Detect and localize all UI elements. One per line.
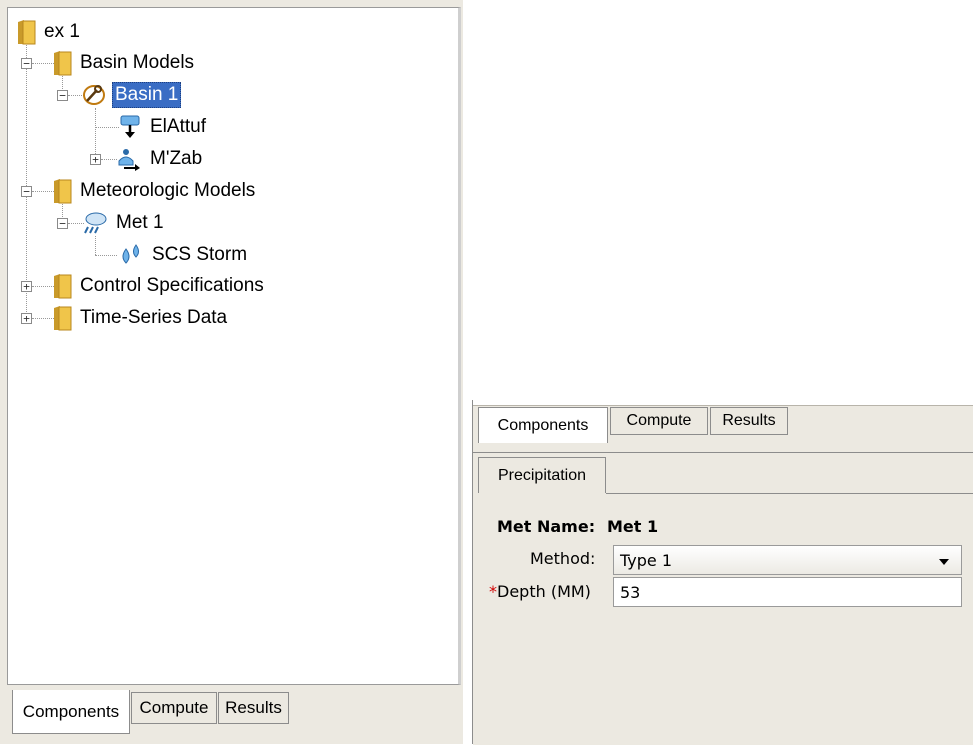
tree-node-basin-models[interactable]: Basin Models [52, 49, 196, 77]
precipitation-editor: Precipitation Met Name: Met 1 Method: Ty… [473, 452, 973, 745]
junction-icon [118, 114, 142, 140]
tree-label: ElAttuf [150, 116, 206, 137]
tree-line [95, 108, 96, 158]
basin-model-icon [82, 83, 106, 107]
folder-icon [52, 305, 72, 331]
tree-line [32, 191, 54, 192]
chevron-down-icon[interactable] [939, 559, 949, 565]
tree-label: ex 1 [44, 21, 80, 42]
tree-line [95, 236, 96, 255]
component-tree[interactable]: − − + − − + + ex 1 Basin Models Basin 1 [7, 7, 461, 685]
tree-label: Meteorologic Models [80, 180, 256, 201]
tree-label: M'Zab [150, 148, 203, 169]
tab-precipitation[interactable]: Precipitation [478, 457, 606, 493]
tab-components[interactable]: Components [12, 690, 130, 734]
watershed-explorer: − − + − − + + ex 1 Basin Models Basin 1 [0, 0, 463, 744]
desktop-area [463, 0, 973, 400]
tree-node-elattuf[interactable]: ElAttuf [118, 113, 208, 141]
depth-label-text: Depth (MM) [497, 582, 591, 601]
subbasin-icon [116, 147, 142, 171]
method-label: Method: [530, 549, 596, 568]
folder-icon [16, 19, 36, 45]
panel-divider-line [473, 405, 973, 406]
component-editor-panel: Components Compute Results Precipitation… [472, 400, 973, 745]
required-marker: * [489, 582, 497, 601]
collapse-met-models-toggle[interactable]: − [21, 186, 32, 197]
tree-label: SCS Storm [152, 244, 248, 265]
tree-line [95, 127, 119, 128]
tab-compute[interactable]: Compute [131, 692, 217, 724]
tree-line [95, 255, 117, 256]
expand-control-specs-toggle[interactable]: + [21, 281, 32, 292]
tab-results[interactable]: Results [218, 692, 289, 724]
tree-node-ex-1[interactable]: ex 1 [16, 18, 82, 46]
collapse-met-1-toggle[interactable]: − [57, 218, 68, 229]
collapse-basin-models-toggle[interactable]: − [21, 58, 32, 69]
water-drops-icon [118, 243, 144, 267]
depth-input[interactable]: 53 [613, 577, 962, 607]
method-selected-value: Type 1 [620, 550, 673, 570]
depth-label: *Depth (MM) [489, 582, 591, 601]
tree-label: Met 1 [116, 212, 164, 233]
tree-line [101, 159, 117, 160]
tree-label: Basin Models [80, 52, 195, 73]
tree-line [32, 286, 54, 287]
tab-components[interactable]: Components [478, 407, 608, 443]
method-dropdown[interactable]: Type 1 [613, 545, 962, 575]
tree-label: Control Specifications [80, 275, 264, 296]
expand-timeseries-toggle[interactable]: + [21, 313, 32, 324]
folder-icon [52, 273, 72, 299]
tree-node-meteorologic-models[interactable]: Meteorologic Models [52, 177, 257, 205]
tree-line [32, 318, 54, 319]
tree-node-met-1[interactable]: Met 1 [82, 209, 166, 237]
expand-mzab-toggle[interactable]: + [90, 154, 101, 165]
folder-icon [52, 50, 72, 76]
met-name-value: Met 1 [607, 517, 659, 536]
tree-node-control-specifications[interactable]: Control Specifications [52, 272, 266, 300]
tree-label: Basin 1 [112, 82, 182, 108]
tree-line [32, 63, 54, 64]
weather-cloud-icon [82, 211, 108, 235]
tree-node-mzab[interactable]: M'Zab [116, 145, 204, 173]
met-name-label: Met Name: [497, 517, 596, 536]
tree-line [26, 40, 27, 320]
collapse-basin-1-toggle[interactable]: − [57, 90, 68, 101]
tree-node-scs-storm[interactable]: SCS Storm [118, 241, 249, 269]
tab-results[interactable]: Results [710, 407, 788, 435]
tab-compute[interactable]: Compute [610, 407, 708, 435]
tree-node-basin-1[interactable]: Basin 1 [82, 81, 182, 109]
folder-icon [52, 178, 72, 204]
tree-node-time-series-data[interactable]: Time-Series Data [52, 304, 229, 332]
tree-label: Time-Series Data [80, 307, 228, 328]
tab-baseline [606, 493, 973, 494]
